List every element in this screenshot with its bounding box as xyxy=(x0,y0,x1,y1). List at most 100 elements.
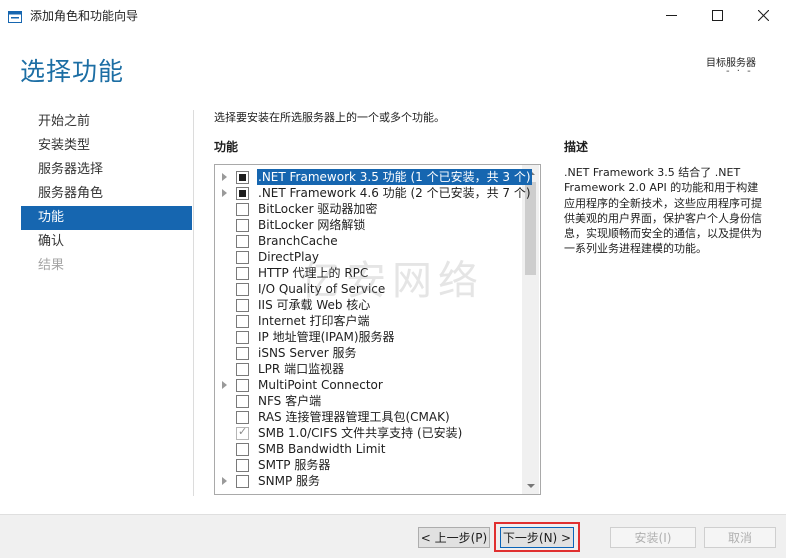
instruction-text: 选择要安装在所选服务器上的一个或多个功能。 xyxy=(214,111,445,124)
feature-row[interactable]: BitLocker 驱动器加密 xyxy=(215,201,520,217)
feature-label: BranchCache xyxy=(258,234,338,248)
feature-row[interactable]: DirectPlay xyxy=(215,249,520,265)
feature-row[interactable]: .NET Framework 3.5 功能 (1 个已安装，共 3 个) xyxy=(215,169,532,185)
expand-arrow-icon[interactable] xyxy=(222,477,227,485)
nav-item-installation-type[interactable]: 安装类型 xyxy=(21,134,192,158)
destination-server-value: - · - xyxy=(726,66,753,77)
feature-row[interactable]: IIS 可承载 Web 核心 xyxy=(215,297,520,313)
feature-label: HTTP 代理上的 RPC xyxy=(258,266,369,280)
description-text: .NET Framework 3.5 结合了 .NET Framework 2.… xyxy=(564,166,762,256)
feature-label: NFS 客户端 xyxy=(258,394,322,408)
close-icon xyxy=(757,6,769,25)
nav-item-features[interactable]: 功能 xyxy=(21,206,192,230)
feature-checkbox[interactable] xyxy=(236,347,249,360)
server-manager-icon xyxy=(8,8,22,23)
window-title: 添加角色和功能向导 xyxy=(30,9,139,23)
feature-checkbox[interactable] xyxy=(236,315,249,328)
feature-checkbox[interactable] xyxy=(236,267,249,280)
feature-checkbox[interactable] xyxy=(236,171,249,184)
features-column-label: 功能 xyxy=(214,140,239,154)
nav-item-confirmation[interactable]: 确认 xyxy=(21,230,192,254)
feature-row[interactable]: MultiPoint Connector xyxy=(215,377,520,393)
features-tree[interactable]: .NET Framework 3.5 功能 (1 个已安装，共 3 个) .NET… xyxy=(214,164,541,495)
feature-label: DirectPlay xyxy=(258,250,319,264)
feature-label: LPR 端口监视器 xyxy=(258,362,345,376)
feature-row[interactable]: Internet 打印客户端 xyxy=(215,313,520,329)
nav-item-results: 结果 xyxy=(38,258,65,273)
feature-row[interactable]: BitLocker 网络解锁 xyxy=(215,217,520,233)
feature-checkbox[interactable] xyxy=(236,283,249,296)
feature-row[interactable]: IP 地址管理(IPAM)服务器 xyxy=(215,329,520,345)
feature-label: SNMP 服务 xyxy=(258,474,320,488)
feature-checkbox[interactable] xyxy=(236,187,249,200)
feature-row[interactable]: BranchCache xyxy=(215,233,520,249)
feature-row[interactable]: iSNS Server 服务 xyxy=(215,345,520,361)
expand-arrow-icon[interactable] xyxy=(222,173,227,181)
cancel-button: 取消 xyxy=(704,527,776,548)
nav-item-server-selection[interactable]: 服务器选择 xyxy=(21,158,192,182)
next-button-highlight xyxy=(494,522,580,552)
feature-checkbox[interactable] xyxy=(236,235,249,248)
feature-label: Internet 打印客户端 xyxy=(258,314,370,328)
feature-label: IP 地址管理(IPAM)服务器 xyxy=(258,330,395,344)
feature-row[interactable]: NFS 客户端 xyxy=(215,393,520,409)
feature-row[interactable]: I/O Quality of Service xyxy=(215,281,520,297)
feature-row[interactable]: RAS 连接管理器管理工具包(CMAK) xyxy=(215,409,520,425)
expand-arrow-icon[interactable] xyxy=(222,381,227,389)
wizard-step-nav: 开始之前 安装类型 服务器选择 服务器角色 功能 确认 结果 xyxy=(21,110,192,278)
feature-checkbox[interactable] xyxy=(236,411,249,424)
feature-label: iSNS Server 服务 xyxy=(258,346,357,360)
feature-checkbox[interactable] xyxy=(236,203,249,216)
feature-checkbox[interactable] xyxy=(236,331,249,344)
feature-row[interactable]: SMB 1.0/CIFS 文件共享支持 (已安装) xyxy=(215,425,520,441)
feature-row[interactable]: SNMP 服务 xyxy=(215,473,520,489)
minimize-button[interactable] xyxy=(648,0,694,30)
feature-checkbox[interactable] xyxy=(236,219,249,232)
feature-checkbox[interactable] xyxy=(236,459,249,472)
feature-label: SMB 1.0/CIFS 文件共享支持 (已安装) xyxy=(258,426,463,440)
feature-row[interactable]: HTTP 代理上的 RPC xyxy=(215,265,520,281)
feature-checkbox[interactable] xyxy=(236,363,249,376)
feature-label: I/O Quality of Service xyxy=(258,282,386,296)
install-button: 安装(I) xyxy=(610,527,696,548)
feature-label: MultiPoint Connector xyxy=(258,378,383,392)
feature-row[interactable]: LPR 端口监视器 xyxy=(215,361,520,377)
feature-row[interactable]: .NET Framework 4.6 功能 (2 个已安装，共 7 个) xyxy=(215,185,531,201)
maximize-button[interactable] xyxy=(694,0,740,30)
feature-row[interactable]: SMTP 服务器 xyxy=(215,457,520,473)
features-scrollbar[interactable] xyxy=(522,165,539,494)
nav-item-before-you-begin[interactable]: 开始之前 xyxy=(21,110,192,134)
feature-checkbox[interactable] xyxy=(236,395,249,408)
feature-label: IIS 可承载 Web 核心 xyxy=(258,298,371,312)
feature-row[interactable]: SMB Bandwidth Limit xyxy=(215,441,520,457)
feature-checkbox[interactable] xyxy=(236,251,249,264)
expand-arrow-icon[interactable] xyxy=(222,189,227,197)
nav-item-server-roles[interactable]: 服务器角色 xyxy=(21,182,192,206)
scroll-down-arrow-icon[interactable] xyxy=(527,484,535,488)
feature-checkbox[interactable] xyxy=(236,443,249,456)
previous-button[interactable]: < 上一步(P) xyxy=(418,527,490,548)
minimize-icon xyxy=(665,6,677,25)
description-label: 描述 xyxy=(564,140,589,154)
feature-label: SMB Bandwidth Limit xyxy=(258,442,386,456)
feature-checkbox[interactable] xyxy=(236,299,249,312)
feature-checkbox[interactable] xyxy=(236,379,249,392)
feature-checkbox[interactable] xyxy=(236,475,249,488)
feature-label: SMTP 服务器 xyxy=(258,458,331,472)
close-button[interactable] xyxy=(740,0,786,30)
feature-label: .NET Framework 3.5 功能 (1 个已安装，共 3 个) xyxy=(257,169,532,185)
feature-label: RAS 连接管理器管理工具包(CMAK) xyxy=(258,410,450,424)
